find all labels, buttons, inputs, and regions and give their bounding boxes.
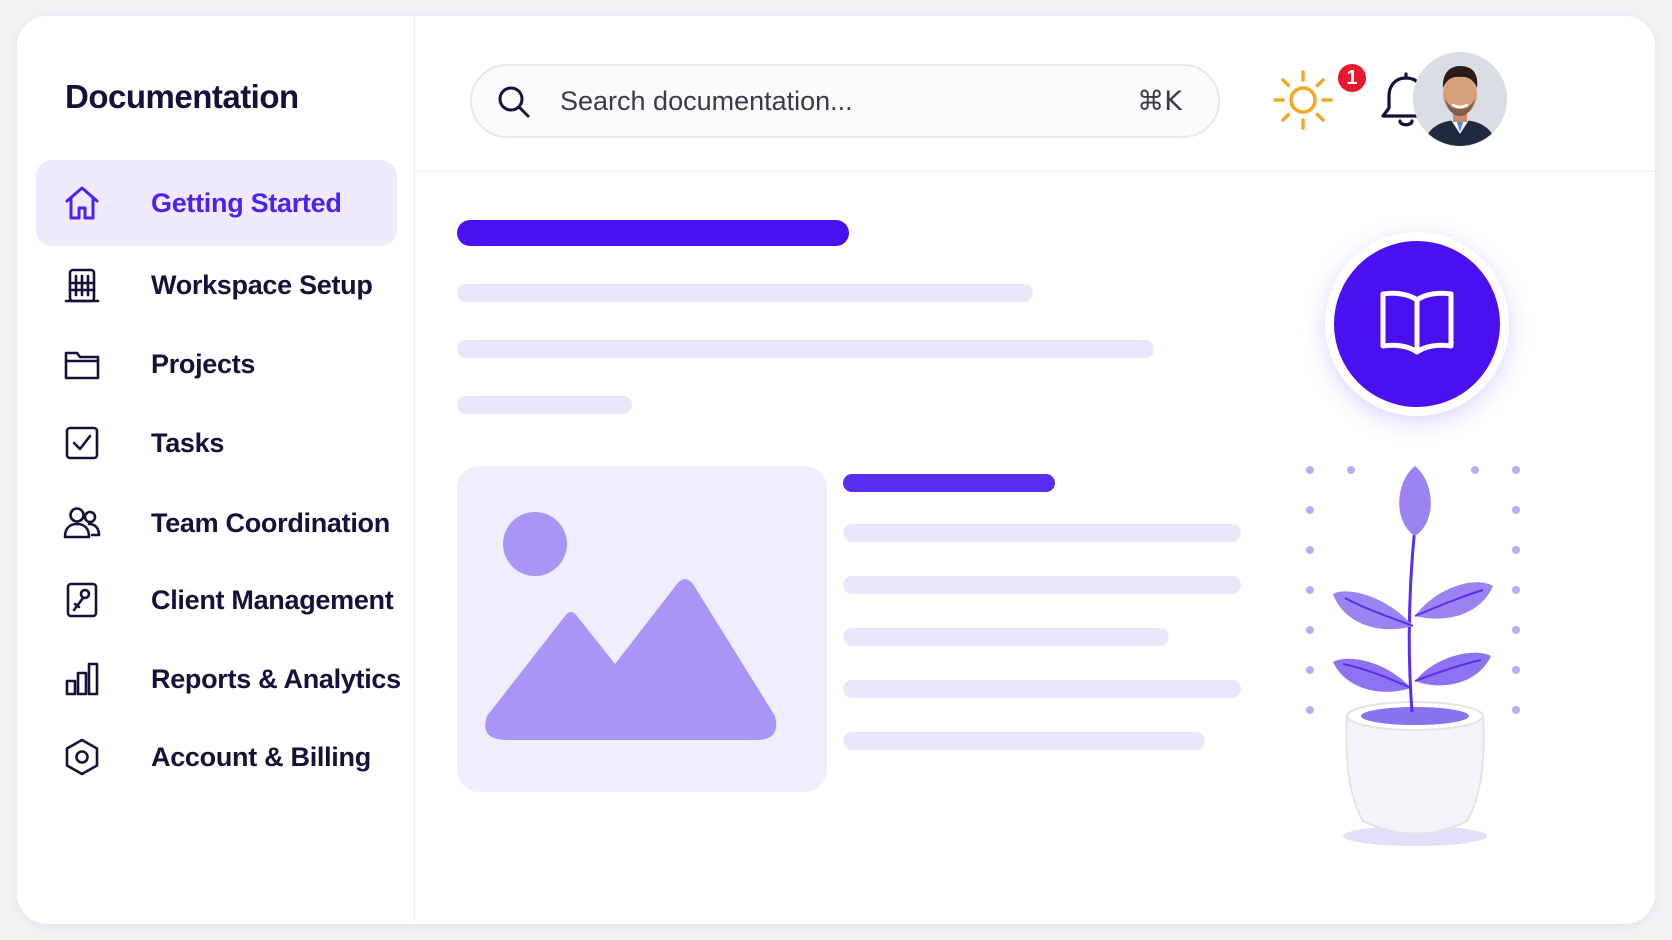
hexagon-settings-icon: [62, 737, 102, 777]
text-skeleton-line: [843, 524, 1241, 542]
text-skeleton-line: [457, 284, 1033, 302]
sidebar-item-label: Account & Billing: [151, 741, 371, 772]
brand-title: Documentation: [65, 78, 299, 115]
open-book-icon: [1375, 280, 1459, 369]
bar-chart-icon: [62, 659, 102, 699]
sidebar-item-workspace-setup[interactable]: Workspace Setup: [36, 242, 397, 328]
top-header: Search documentation... ⌘K 1: [416, 16, 1655, 172]
text-skeleton-line: [843, 680, 1241, 698]
sidebar-item-label: Getting Started: [151, 187, 342, 218]
search-shortcut: ⌘K: [1137, 85, 1182, 117]
subtitle-skeleton-bar: [843, 474, 1055, 492]
sidebar-item-reports-analytics[interactable]: Reports & Analytics: [36, 636, 401, 722]
sidebar-item-label: Workspace Setup: [151, 269, 373, 300]
sidebar-item-label: Reports & Analytics: [151, 663, 401, 694]
theme-toggle-button[interactable]: [1271, 68, 1335, 132]
plant-illustration: [1297, 426, 1547, 876]
sidebar-item-projects[interactable]: Projects: [36, 321, 397, 407]
sidebar-item-label: Tasks: [151, 427, 225, 458]
search-input[interactable]: Search documentation... ⌘K: [470, 64, 1220, 138]
sidebar-item-account-billing[interactable]: Account & Billing: [36, 714, 397, 800]
sidebar-item-label: Team Coordination: [151, 507, 390, 538]
sun-icon: [1271, 70, 1335, 136]
client-file-icon: [62, 580, 102, 620]
text-skeleton-line: [843, 576, 1241, 594]
text-skeleton-line: [843, 628, 1169, 646]
text-skeleton-line: [457, 340, 1154, 358]
title-skeleton-bar: [457, 220, 849, 246]
users-icon: [62, 503, 102, 543]
search-icon: [494, 82, 534, 127]
sidebar: Documentation Getting Started Workspace …: [17, 16, 415, 924]
sidebar-item-label: Client Management: [151, 584, 394, 615]
sidebar-item-getting-started[interactable]: Getting Started: [36, 160, 397, 246]
building-icon: [62, 265, 102, 305]
sidebar-item-label: Projects: [151, 348, 256, 379]
search-placeholder: Search documentation...: [560, 85, 853, 116]
image-icon: [485, 512, 777, 740]
avatar[interactable]: [1413, 52, 1507, 146]
book-badge: [1325, 232, 1509, 416]
checkbox-icon: [62, 423, 102, 463]
home-icon: [62, 183, 102, 223]
image-placeholder: [457, 466, 827, 792]
folder-icon: [62, 344, 102, 384]
text-skeleton-line: [843, 732, 1205, 750]
sidebar-item-team-coordination[interactable]: Team Coordination: [36, 480, 397, 566]
sidebar-item-client-management[interactable]: Client Management: [36, 557, 397, 643]
app-window: Documentation Getting Started Workspace …: [17, 16, 1655, 924]
sidebar-item-tasks[interactable]: Tasks: [36, 400, 397, 486]
notification-badge: 1: [1336, 62, 1368, 94]
text-skeleton-line: [457, 396, 632, 414]
